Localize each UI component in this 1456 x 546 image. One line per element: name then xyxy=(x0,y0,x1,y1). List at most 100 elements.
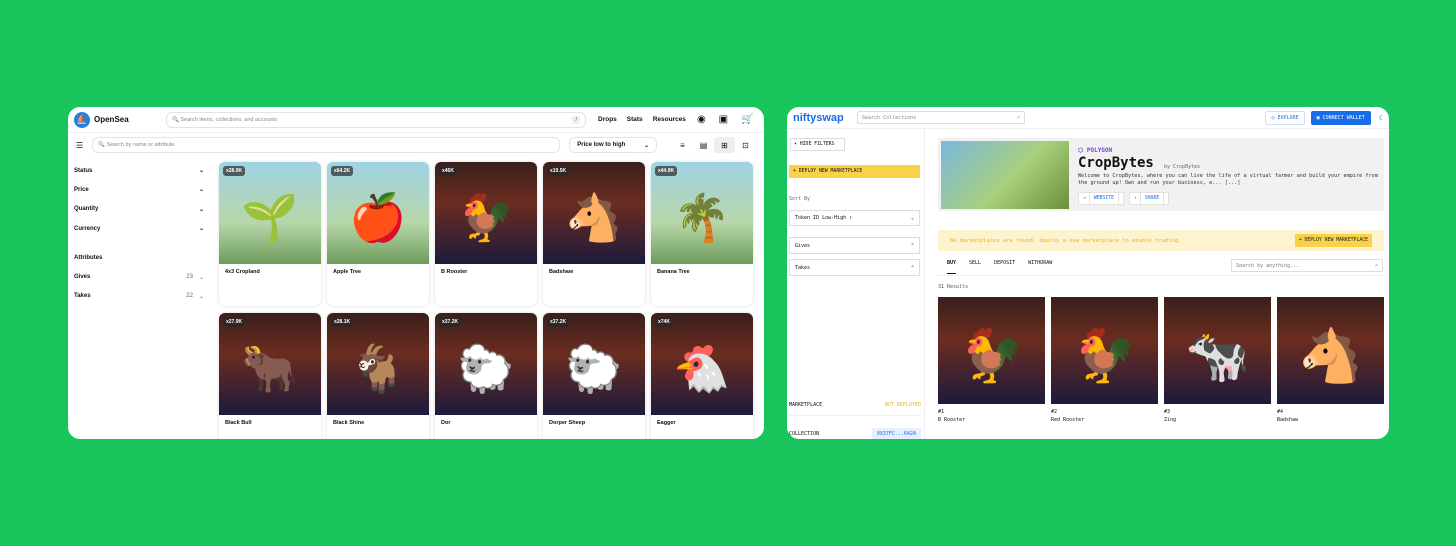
attribute-search-placeholder: Search by name or attribute xyxy=(106,142,175,148)
attributes-label: Attributes xyxy=(74,254,103,261)
item-card[interactable]: 🐂 x27.9K Black Bull xyxy=(219,313,321,439)
item-art-icon: 🐔 xyxy=(673,342,731,395)
nav-stats[interactable]: Stats xyxy=(627,116,643,123)
supply-badge: x37.2K xyxy=(439,317,462,327)
cart-icon[interactable]: 🛒 xyxy=(741,114,753,125)
item-image: 🐔 x74K xyxy=(651,313,753,415)
token-card[interactable]: 🐓 #1 B Rooster xyxy=(938,297,1045,423)
token-art-icon: 🐄 xyxy=(1185,327,1250,386)
attribute-gives[interactable]: Gives 23 ⌄ xyxy=(74,267,204,286)
item-art-icon: 🌱 xyxy=(241,191,299,244)
attribute-label: Gives xyxy=(74,274,91,281)
hero-buttons: ↗ WEBSITE ⇪ SHARE xyxy=(1078,192,1170,205)
sort-dropdown[interactable]: Price low to high ⌄ xyxy=(569,137,657,153)
token-card[interactable]: 🐴 #4 Badshaw xyxy=(1277,297,1384,423)
opensea-toolbar: ☰ 🔍 Search by name or attribute Price lo… xyxy=(68,133,764,157)
token-image: 🐄 xyxy=(1164,297,1271,404)
profile-icon[interactable]: ◉ xyxy=(697,114,706,125)
item-name: 4x3 Cropland xyxy=(225,269,260,275)
item-search-input[interactable]: Search by anything... ⌕ xyxy=(1231,259,1383,272)
chevron-up-icon: ⌃ xyxy=(910,242,914,249)
attribute-takes[interactable]: Takes 22 ⌄ xyxy=(74,287,204,306)
large-grid-view-icon[interactable]: ⊡ xyxy=(735,137,756,153)
filter-currency[interactable]: Currency ⌄ xyxy=(74,219,204,238)
list-view-icon[interactable]: ≡ xyxy=(672,137,693,153)
sort-select[interactable]: Token ID Low-High ↑ ⌄ xyxy=(789,210,920,226)
item-card[interactable]: 🍎 x64.2K Apple Tree xyxy=(327,162,429,306)
chevron-down-icon: ⌄ xyxy=(198,168,204,175)
item-art-icon: 🐴 xyxy=(565,191,623,244)
grid-view-icon[interactable]: ⊞ xyxy=(714,137,735,153)
global-search-input[interactable]: 🔍 Search items, collections, and account… xyxy=(166,111,586,128)
nav-resources[interactable]: Resources xyxy=(653,116,686,123)
share-button[interactable]: ⇪ SHARE xyxy=(1129,192,1170,205)
banner-deploy-button[interactable]: + DEPLOY NEW MARKETPLACE xyxy=(1294,234,1372,247)
filter-toggle-icon[interactable]: ☰ xyxy=(76,141,83,150)
tab-withdraw[interactable]: WITHDRAW xyxy=(1028,260,1052,274)
item-image: 🐂 x27.9K xyxy=(219,313,321,415)
explore-button[interactable]: ◎ EXPLORE xyxy=(1265,110,1305,125)
token-card[interactable]: 🐄 #3 Zing xyxy=(1164,297,1271,423)
filter-status[interactable]: Status ⌄ xyxy=(74,161,204,180)
website-button[interactable]: ↗ WEBSITE xyxy=(1078,192,1124,205)
deploy-marketplace-button[interactable]: + DEPLOY NEW MARKETPLACE xyxy=(789,165,920,178)
hide-filters-label: HIDE FILTERS xyxy=(799,142,835,147)
item-name: Black Shine xyxy=(333,420,365,426)
takes-label: Takes xyxy=(795,264,811,271)
connect-wallet-button[interactable]: ▣ CONNECT WALLET xyxy=(1310,110,1371,125)
hide-filters-button[interactable]: ▾ HIDE FILTERS xyxy=(790,138,845,151)
chevron-down-icon: ⌄ xyxy=(198,293,204,300)
item-name: Badshaw xyxy=(549,269,574,275)
item-card[interactable]: 🐔 x74K Eagger xyxy=(651,313,753,439)
supply-badge: x46K xyxy=(439,166,457,176)
collection-address[interactable]: 0X37FC...642A xyxy=(871,428,921,439)
collection-row: COLLECTION 0X37FC...642A xyxy=(789,428,921,439)
tab-sell[interactable]: SELL xyxy=(969,260,981,274)
tab-deposit[interactable]: DEPOSIT xyxy=(994,260,1015,274)
token-art-icon: 🐓 xyxy=(1072,327,1137,386)
attribute-count: 23 xyxy=(186,273,193,280)
niftyswap-logo[interactable]: niftyswap xyxy=(793,112,857,124)
item-image: 🐓 x46K xyxy=(435,162,537,264)
item-art-icon: 🐂 xyxy=(241,342,299,395)
item-card[interactable]: 🐓 x46K B Rooster xyxy=(435,162,537,306)
token-id: #1 xyxy=(938,409,945,415)
item-card[interactable]: 🐑 x37.2K Dor xyxy=(435,313,537,439)
item-card[interactable]: 🌱 x28.9K 4x3 Cropland xyxy=(219,162,321,306)
opensea-logo-icon[interactable]: ⛵ xyxy=(74,111,90,128)
header-icons: ◉ ▣ 🛒 xyxy=(697,114,754,125)
filter-price[interactable]: Price ⌄ xyxy=(74,180,204,199)
item-card[interactable]: 🐴 x19.5K Badshaw xyxy=(543,162,645,306)
opensea-window: ⛵ OpenSea 🔍 Search items, collections, a… xyxy=(68,107,764,439)
chevron-down-icon: ⌄ xyxy=(198,274,204,281)
takes-accordion[interactable]: Takes ⌃ xyxy=(789,259,920,276)
trade-tabs: BUY SELL DEPOSIT WITHDRAW xyxy=(947,260,1052,274)
sort-value: Token ID Low-High ↑ xyxy=(795,215,853,221)
supply-badge: x64.2K xyxy=(331,166,354,176)
marketplace-row: MARKETPLACE NOT DEPLOYED xyxy=(789,402,921,416)
attributes-heading: Attributes xyxy=(74,248,204,267)
nav-drops[interactable]: Drops xyxy=(598,116,617,123)
search-placeholder: Search items, collections, and accounts xyxy=(180,116,277,123)
opensea-brand[interactable]: OpenSea xyxy=(94,115,154,124)
item-card[interactable]: 🐐 x28.1K Black Shine xyxy=(327,313,429,439)
tab-buy[interactable]: BUY xyxy=(947,260,957,274)
filter-label: Quantity xyxy=(74,206,99,213)
token-name: Badshaw xyxy=(1277,417,1299,423)
attribute-search-input[interactable]: 🔍 Search by name or attribute xyxy=(92,137,561,153)
chevron-down-icon: ⌄ xyxy=(643,142,649,149)
collection-search-input[interactable]: Search Collections ⌕ xyxy=(857,111,1025,124)
opensea-header: ⛵ OpenSea 🔍 Search items, collections, a… xyxy=(68,107,764,133)
filter-quantity[interactable]: Quantity ⌄ xyxy=(74,200,204,219)
chevron-down-icon: ⌄ xyxy=(198,187,204,194)
wallet-icon[interactable]: ▣ xyxy=(719,114,728,125)
item-art-icon: 🐑 xyxy=(457,342,515,395)
token-card[interactable]: 🐓 #2 Red Rooster xyxy=(1051,297,1158,423)
collection-title: CropBytes xyxy=(1078,155,1154,171)
moon-icon[interactable]: ☾ xyxy=(1379,114,1383,122)
item-card[interactable]: 🐑 x37.2K Dorper Sheep xyxy=(543,313,645,439)
gives-accordion[interactable]: Gives ⌃ xyxy=(789,237,920,254)
item-card[interactable]: 🌴 x44.9K Banana Tree xyxy=(651,162,753,306)
table-view-icon[interactable]: ▤ xyxy=(693,137,714,153)
search-icon: ⌕ xyxy=(1016,114,1020,121)
